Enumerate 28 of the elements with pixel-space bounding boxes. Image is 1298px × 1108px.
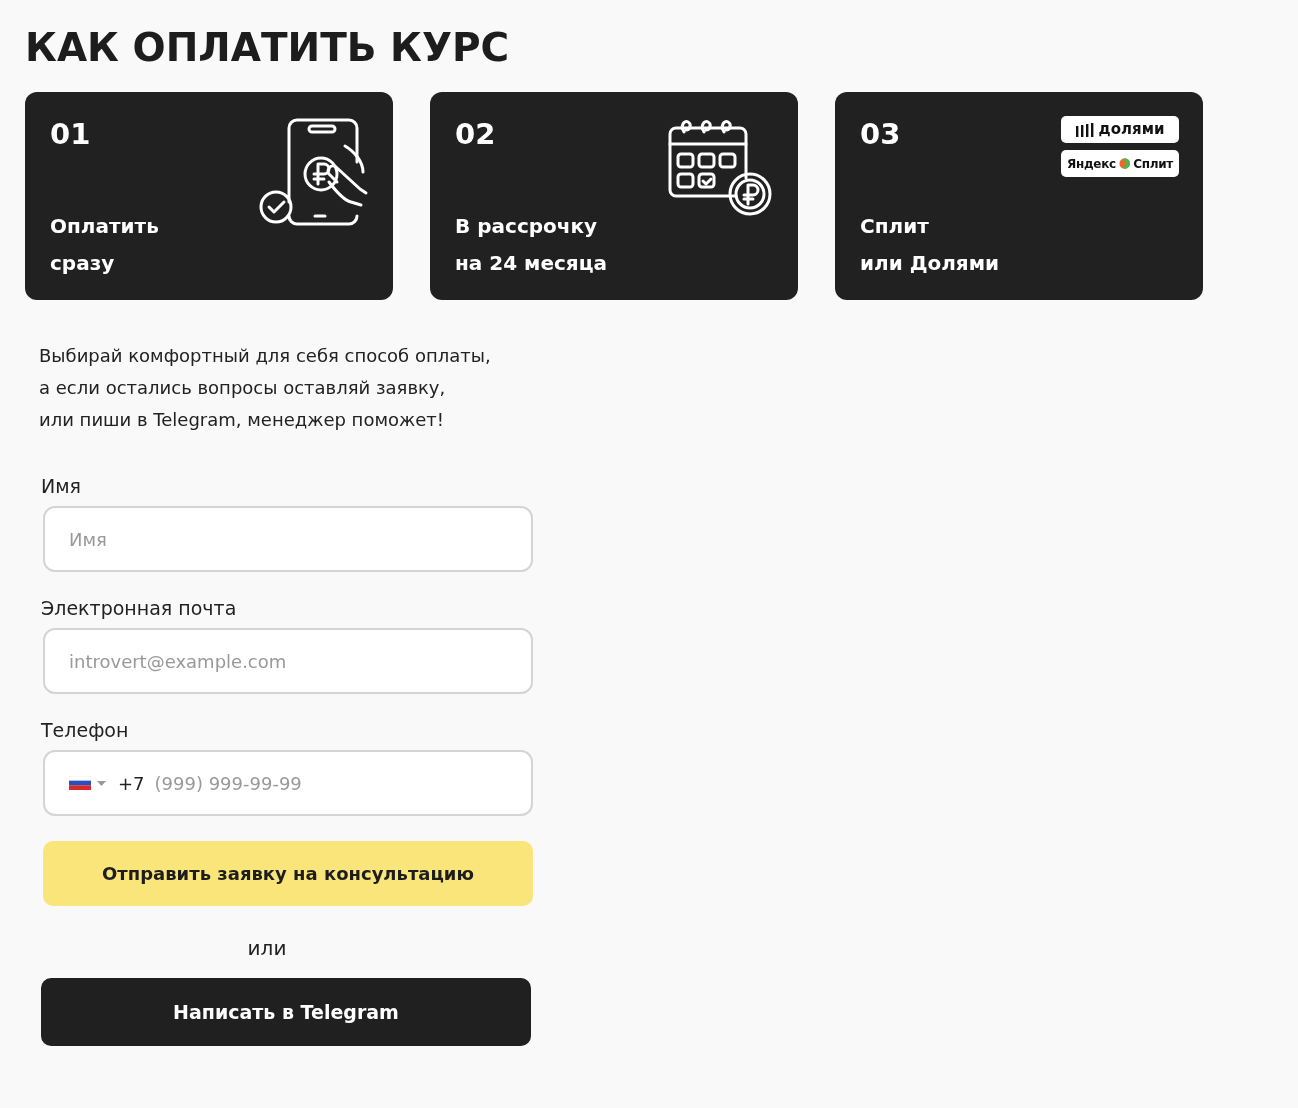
field-label: Электронная почта bbox=[41, 596, 237, 621]
field-label: Телефон bbox=[41, 718, 129, 743]
intro-text: Выбирай комфортный для себя способ оплаты, а если остались вопросы оставляй заявку, или пиши в Telegram, менеджер поможет! bbox=[39, 344, 492, 432]
card-title: В рассрочку на 24 месяца bbox=[455, 213, 607, 277]
badge-label: долями bbox=[1098, 122, 1165, 137]
split-logo-icon bbox=[1118, 157, 1131, 170]
caret-icon bbox=[97, 780, 106, 786]
phone-input[interactable]: (999) 999-99-99 bbox=[154, 772, 405, 794]
email-field[interactable]: introvert@example.com bbox=[43, 628, 533, 694]
badge-label: Яндекс bbox=[1067, 157, 1116, 170]
country-selector[interactable] bbox=[69, 776, 106, 790]
badge-label: Сплит bbox=[1133, 157, 1173, 170]
phone-field[interactable]: +7 (999) 999-99-99 bbox=[43, 750, 533, 816]
card-number: 03 bbox=[860, 116, 901, 153]
card-number: 01 bbox=[50, 116, 91, 153]
phone-prefix: +7 bbox=[118, 772, 145, 794]
name-field[interactable]: Имя bbox=[43, 506, 533, 572]
card-number: 02 bbox=[455, 116, 496, 153]
separator-text: или bbox=[247, 936, 287, 960]
telegram-button[interactable]: Написать в Telegram bbox=[41, 978, 531, 1046]
card-title: Оплатить сразу bbox=[50, 213, 159, 277]
page-heading: КАК ОПЛАТИТЬ КУРС bbox=[25, 24, 511, 72]
russia-flag-icon bbox=[69, 776, 91, 790]
phone-payment-icon bbox=[257, 116, 369, 228]
bars-icon bbox=[1075, 122, 1096, 137]
card-title: Сплит или Долями bbox=[860, 213, 1000, 277]
field-label: Имя bbox=[41, 474, 81, 499]
submit-button[interactable]: Отправить заявку на консультацию bbox=[43, 841, 533, 906]
